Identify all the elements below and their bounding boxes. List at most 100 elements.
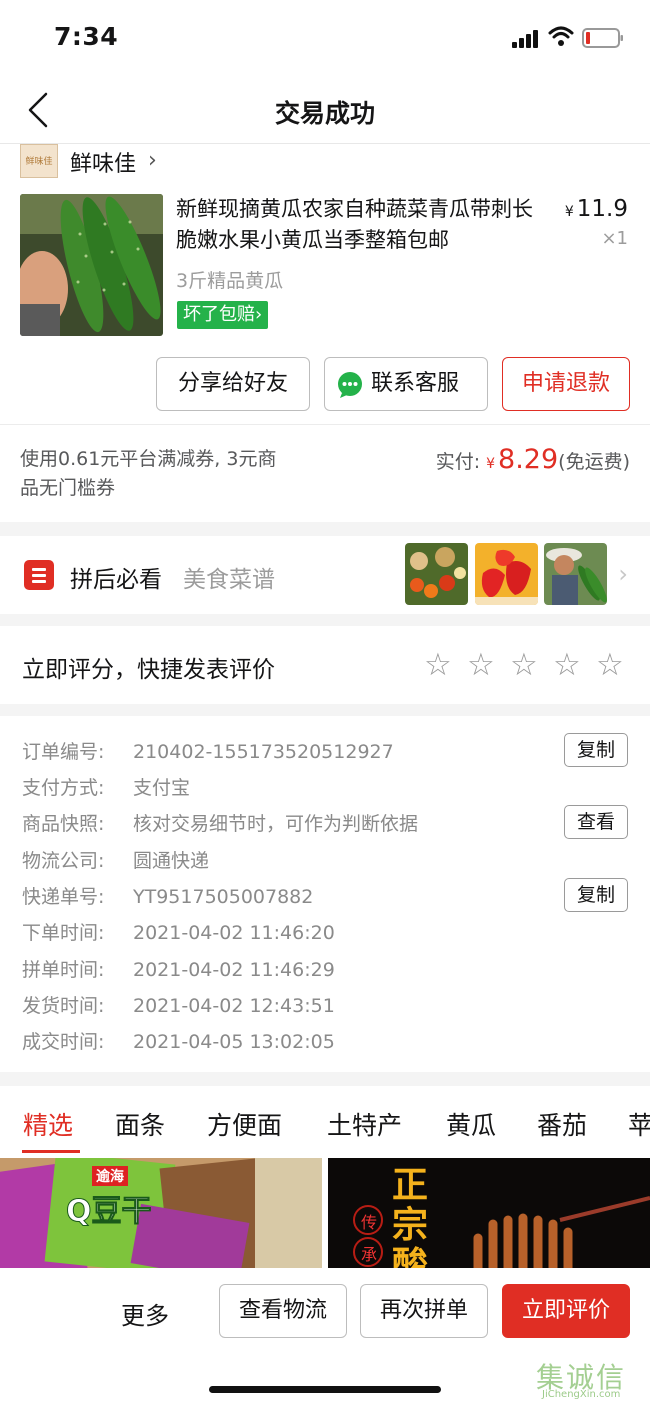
- tab-apple[interactable]: 苹: [628, 1106, 650, 1142]
- contact-service-label: 联系客服: [371, 371, 460, 396]
- order-number-row: 订单编号: 210402-155173520512927: [22, 737, 394, 764]
- feed-item-stamp: 传承: [360, 1213, 377, 1264]
- tab-noodles[interactable]: 面条: [115, 1106, 165, 1142]
- reorder-button[interactable]: 再次拼单: [360, 1284, 488, 1338]
- view-snapshot-button[interactable]: 查看: [564, 805, 628, 839]
- category-tabs: 精选 面条 方便面 土特产 黄瓜 番茄 苹: [0, 1096, 650, 1158]
- chevron-right-icon: ›: [148, 148, 157, 173]
- chevron-right-icon: ›: [255, 304, 263, 325]
- battery-low-icon: [582, 28, 623, 48]
- chevron-right-icon: ›: [618, 560, 628, 588]
- guarantee-badge[interactable]: 坏了包赔›: [177, 301, 269, 329]
- group-time-row: 拼单时间: 2021-04-02 11:46:29: [22, 955, 335, 982]
- star-icon[interactable]: ☆: [510, 647, 538, 683]
- info-label: 拼单时间:: [22, 959, 105, 981]
- divider: [0, 424, 650, 425]
- info-label: 物流公司:: [22, 850, 105, 872]
- star-icon[interactable]: ☆: [596, 647, 624, 683]
- info-label: 商品快照:: [22, 813, 105, 835]
- nav-bar: 交易成功: [0, 76, 650, 144]
- chat-bubble-icon: [338, 372, 362, 398]
- section-gap: [0, 522, 650, 536]
- product-spec: 3斤精品黄瓜: [176, 270, 284, 292]
- feed-item[interactable]: 传承 正宗酸: [328, 1158, 650, 1268]
- product-thumbnail: [20, 194, 163, 336]
- tracking-number-row: 快递单号: YT9517505007882: [22, 882, 313, 909]
- tab-tomato[interactable]: 番茄: [537, 1106, 587, 1142]
- cellular-signal-icon: [512, 30, 538, 48]
- carrier-row: 物流公司: 圆通快递: [22, 846, 209, 873]
- watermark-url: JiChengXin.com: [542, 1389, 621, 1400]
- copy-order-number-button[interactable]: 复制: [564, 733, 628, 767]
- status-bar: 7:34: [0, 0, 650, 76]
- paid-currency: ¥: [486, 456, 496, 472]
- snapshot-row: 商品快照: 核对交易细节时，可作为判断依据: [22, 809, 418, 836]
- copy-tracking-number-button[interactable]: 复制: [564, 878, 628, 912]
- home-indicator[interactable]: [209, 1386, 441, 1393]
- deal-time: 2021-04-05 13:02:05: [133, 1031, 335, 1053]
- wifi-icon: [548, 26, 574, 46]
- recipe-image-farmer: [544, 543, 607, 605]
- order-time-row: 下单时间: 2021-04-02 11:46:20: [22, 918, 335, 945]
- order-info: 订单编号: 210402-155173520512927 复制 支付方式: 支付宝 …: [0, 716, 650, 1072]
- must-see-banner[interactable]: 拼后必看 美食菜谱 ›: [0, 536, 650, 614]
- order-time: 2021-04-02 11:46:20: [133, 922, 335, 944]
- tab-cucumber[interactable]: 黄瓜: [446, 1106, 496, 1142]
- store-row[interactable]: 鲜味佳 鲜味佳 ›: [20, 144, 620, 180]
- tab-featured[interactable]: 精选: [23, 1106, 73, 1142]
- group-time: 2021-04-02 11:46:29: [133, 959, 335, 981]
- rating-prompt: 立即评分，快捷发表评价: [22, 657, 275, 683]
- paid-summary: 实付: ¥8.29(免运费): [436, 444, 630, 475]
- paid-label: 实付:: [435, 451, 481, 473]
- product-feed: 逾海 Q豆干 传承 正宗酸: [0, 1158, 650, 1268]
- product-price: ¥11.9: [565, 196, 628, 222]
- store-name: 鲜味佳: [70, 152, 137, 177]
- feed-item-title: Q豆干: [66, 1194, 153, 1230]
- order-detail-page: 7:34 交易成功 鲜味佳 鲜味佳 › 新鲜现摘黄瓜农家自种蔬菜青瓜带刺长脆嫩水…: [0, 0, 650, 1406]
- refund-button[interactable]: 申请退款: [502, 357, 630, 411]
- product-title: 新鲜现摘黄瓜农家自种蔬菜青瓜带刺长脆嫩水果小黄瓜当季整箱包邮: [176, 197, 533, 252]
- feed-item-title: 正宗酸: [392, 1165, 429, 1269]
- product-item[interactable]: 新鲜现摘黄瓜农家自种蔬菜青瓜带刺长脆嫩水果小黄瓜当季整箱包邮 ¥11.9 ×1 …: [20, 194, 630, 338]
- view-logistics-button[interactable]: 查看物流: [219, 1284, 347, 1338]
- payment-method: 支付宝: [133, 777, 191, 799]
- info-label: 发货时间:: [22, 995, 105, 1017]
- star-icon[interactable]: ☆: [424, 647, 452, 683]
- tracking-number: YT9517505007882: [133, 886, 314, 908]
- ship-time-row: 发货时间: 2021-04-02 12:43:51: [22, 991, 335, 1018]
- more-button[interactable]: 更多: [121, 1296, 169, 1331]
- list-icon: [24, 560, 54, 590]
- payment-method-row: 支付方式: 支付宝: [22, 773, 190, 800]
- info-label: 快递单号:: [22, 886, 105, 908]
- store-logo: 鲜味佳: [20, 144, 58, 178]
- info-label: 支付方式:: [22, 777, 105, 799]
- status-time: 7:34: [54, 22, 119, 51]
- star-icon[interactable]: ☆: [467, 647, 495, 683]
- star-icon[interactable]: ☆: [553, 647, 581, 683]
- tab-local-specialties[interactable]: 土特产: [327, 1106, 402, 1142]
- share-button[interactable]: 分享给好友: [156, 357, 310, 411]
- product-quantity: ×1: [601, 228, 628, 249]
- must-see-title: 拼后必看: [70, 567, 162, 593]
- recipe-image-strawberries: [475, 543, 538, 605]
- recipe-image-vegetables: [405, 543, 468, 605]
- feed-item[interactable]: 逾海 Q豆干: [0, 1158, 322, 1268]
- ship-time: 2021-04-02 12:43:51: [133, 995, 335, 1017]
- section-gap: [0, 704, 650, 716]
- tab-instant-noodles[interactable]: 方便面: [207, 1106, 282, 1142]
- price-currency: ¥: [564, 204, 574, 220]
- order-number: 210402-155173520512927: [133, 741, 394, 763]
- bottom-action-bar: 更多 查看物流 再次拼单 立即评价 集诚信 JiChengXin.com: [0, 1268, 650, 1406]
- page-title: 交易成功: [274, 99, 375, 128]
- price-value: 11.9: [576, 196, 628, 222]
- contact-service-button[interactable]: 联系客服: [324, 357, 488, 411]
- snapshot-note: 核对交易细节时，可作为判断依据: [133, 813, 419, 835]
- deal-time-row: 成交时间: 2021-04-05 13:02:05: [22, 1027, 335, 1054]
- paid-amount: 8.29: [498, 444, 559, 475]
- info-label: 订单编号:: [22, 741, 105, 763]
- rating-section: 立即评分，快捷发表评价 ☆ ☆ ☆ ☆ ☆: [0, 626, 650, 704]
- must-see-subtitle: 美食菜谱: [183, 567, 275, 593]
- review-now-button[interactable]: 立即评价: [502, 1284, 630, 1338]
- info-label: 成交时间:: [22, 1031, 105, 1053]
- section-gap: [0, 614, 650, 626]
